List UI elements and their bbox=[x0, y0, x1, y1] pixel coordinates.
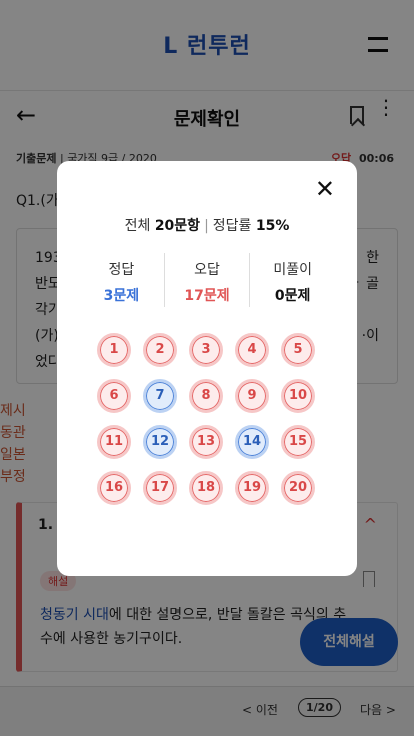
question-bubble-4[interactable]: 4 bbox=[235, 333, 269, 367]
question-bubble-3[interactable]: 3 bbox=[189, 333, 223, 367]
stat-correct: 정답 3문제 bbox=[103, 262, 140, 304]
question-bubble-14[interactable]: 14 bbox=[235, 425, 269, 459]
question-bubble-18[interactable]: 18 bbox=[189, 471, 223, 505]
question-grid: 1 2 3 4 5 6 7 8 9 10 11 12 13 14 15 16 17 18 19 20 bbox=[97, 333, 327, 505]
question-bubble-5[interactable]: 5 bbox=[281, 333, 315, 367]
question-bubble-9[interactable]: 9 bbox=[235, 379, 269, 413]
summary-line: 전체 20문항 | 정답률 15% bbox=[124, 218, 290, 234]
total-count: 20문항 bbox=[154, 218, 201, 234]
result-modal: ✕ 전체 20문항 | 정답률 15% 정답 3문제 오답 17문제 미풀이 0문제… bbox=[57, 161, 357, 576]
question-bubble-10[interactable]: 10 bbox=[281, 379, 315, 413]
close-icon[interactable]: ✕ bbox=[315, 175, 335, 203]
question-bubble-6[interactable]: 6 bbox=[97, 379, 131, 413]
question-bubble-7[interactable]: 7 bbox=[143, 379, 177, 413]
stats-row: 정답 3문제 오답 17문제 미풀이 0문제 bbox=[79, 253, 335, 307]
question-bubble-20[interactable]: 20 bbox=[281, 471, 315, 505]
question-bubble-1[interactable]: 1 bbox=[97, 333, 131, 367]
question-bubble-13[interactable]: 13 bbox=[189, 425, 223, 459]
question-bubble-11[interactable]: 11 bbox=[97, 425, 131, 459]
stat-unsolved: 미풀이 0문제 bbox=[249, 253, 335, 307]
stat-wrong: 오답 17문제 bbox=[163, 253, 250, 307]
question-bubble-15[interactable]: 15 bbox=[281, 425, 315, 459]
correct-rate: 15% bbox=[255, 218, 290, 234]
question-bubble-19[interactable]: 19 bbox=[235, 471, 269, 505]
question-bubble-12[interactable]: 12 bbox=[143, 425, 177, 459]
question-bubble-17[interactable]: 17 bbox=[143, 471, 177, 505]
question-bubble-2[interactable]: 2 bbox=[143, 333, 177, 367]
question-bubble-8[interactable]: 8 bbox=[189, 379, 223, 413]
question-bubble-16[interactable]: 16 bbox=[97, 471, 131, 505]
